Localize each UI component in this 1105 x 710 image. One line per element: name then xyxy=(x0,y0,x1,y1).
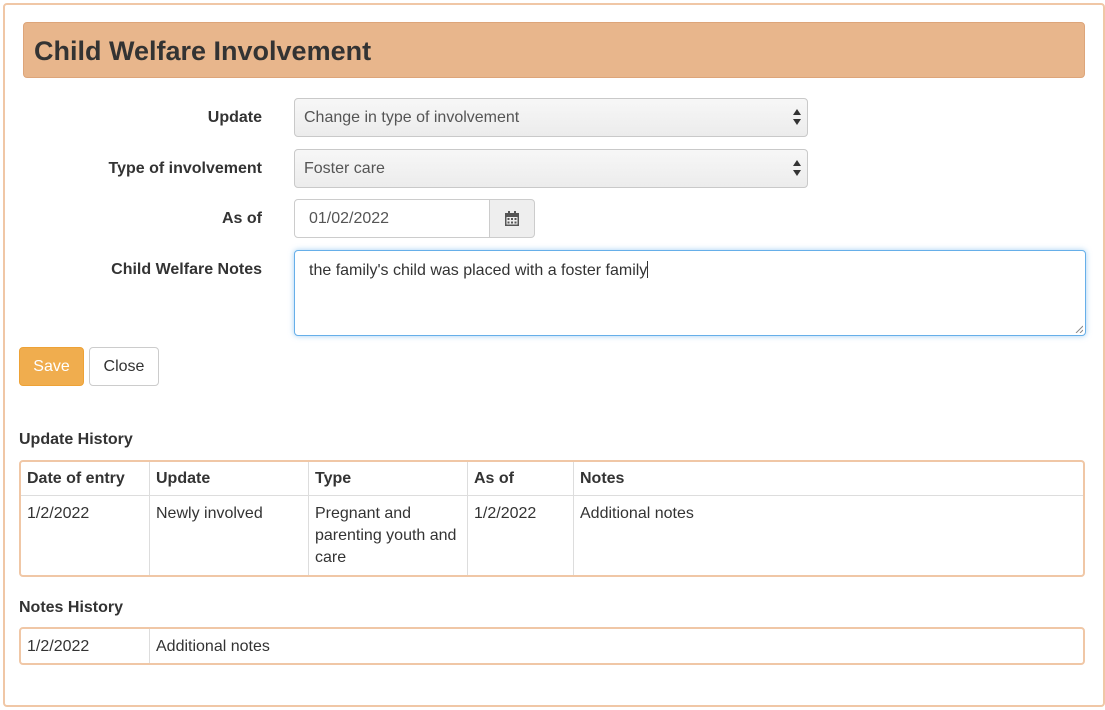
save-button[interactable]: Save xyxy=(19,347,84,386)
type-select[interactable]: Foster care xyxy=(294,149,808,188)
column-header: As of xyxy=(467,462,573,496)
panel-title: Child Welfare Involvement xyxy=(34,36,372,66)
notes-label: Child Welfare Notes xyxy=(111,261,262,278)
column-header: Date of entry xyxy=(21,462,149,496)
update-select[interactable]: Change in type of involvement xyxy=(294,98,808,137)
panel-header: Child Welfare Involvement xyxy=(23,22,1085,78)
notes-history-title: Notes History xyxy=(19,599,124,616)
cell-type: Pregnant and parenting youth and care xyxy=(308,496,467,575)
column-header: Notes xyxy=(573,462,1083,496)
cell-notes: Additional notes xyxy=(149,629,1083,663)
close-button[interactable]: Close xyxy=(89,347,159,386)
table-row: 1/2/2022 Additional notes xyxy=(21,629,1083,663)
update-label: Update xyxy=(207,109,262,126)
cell-update: Newly involved xyxy=(149,496,308,575)
update-select-value: Change in type of involvement xyxy=(304,109,520,126)
cell-date-of-entry: 1/2/2022 xyxy=(27,505,90,522)
update-history-table: Date of entry Update Type As of Notes 1/… xyxy=(19,460,1085,577)
notes-text: the family's child was placed with a fos… xyxy=(309,262,648,279)
as-of-input[interactable]: 01/02/2022 xyxy=(294,199,490,238)
update-history-title: Update History xyxy=(19,431,133,448)
date-picker-button[interactable] xyxy=(489,199,535,238)
notes-history-table: 1/2/2022 Additional notes xyxy=(19,627,1085,665)
column-header: Update xyxy=(149,462,308,496)
cell-date: 1/2/2022 xyxy=(27,638,90,655)
as-of-date-group: 01/02/2022 xyxy=(294,199,535,238)
calendar-icon xyxy=(505,211,519,226)
as-of-label: As of xyxy=(222,210,262,227)
table-row: 1/2/2022 Newly involved Pregnant and par… xyxy=(21,496,1083,575)
child-welfare-notes-textarea[interactable]: the family's child was placed with a fos… xyxy=(294,250,1086,336)
sort-arrows-icon xyxy=(793,109,801,125)
cell-notes: Additional notes xyxy=(573,496,1083,575)
text-caret xyxy=(647,261,649,278)
resize-grip-icon[interactable] xyxy=(1075,325,1083,333)
sort-arrows-icon xyxy=(793,160,801,176)
type-label: Type of involvement xyxy=(108,160,262,177)
type-select-value: Foster care xyxy=(304,160,385,177)
table-header-row: Date of entry Update Type As of Notes xyxy=(21,462,1083,496)
cell-as-of: 1/2/2022 xyxy=(467,496,573,575)
column-header: Type xyxy=(308,462,467,496)
